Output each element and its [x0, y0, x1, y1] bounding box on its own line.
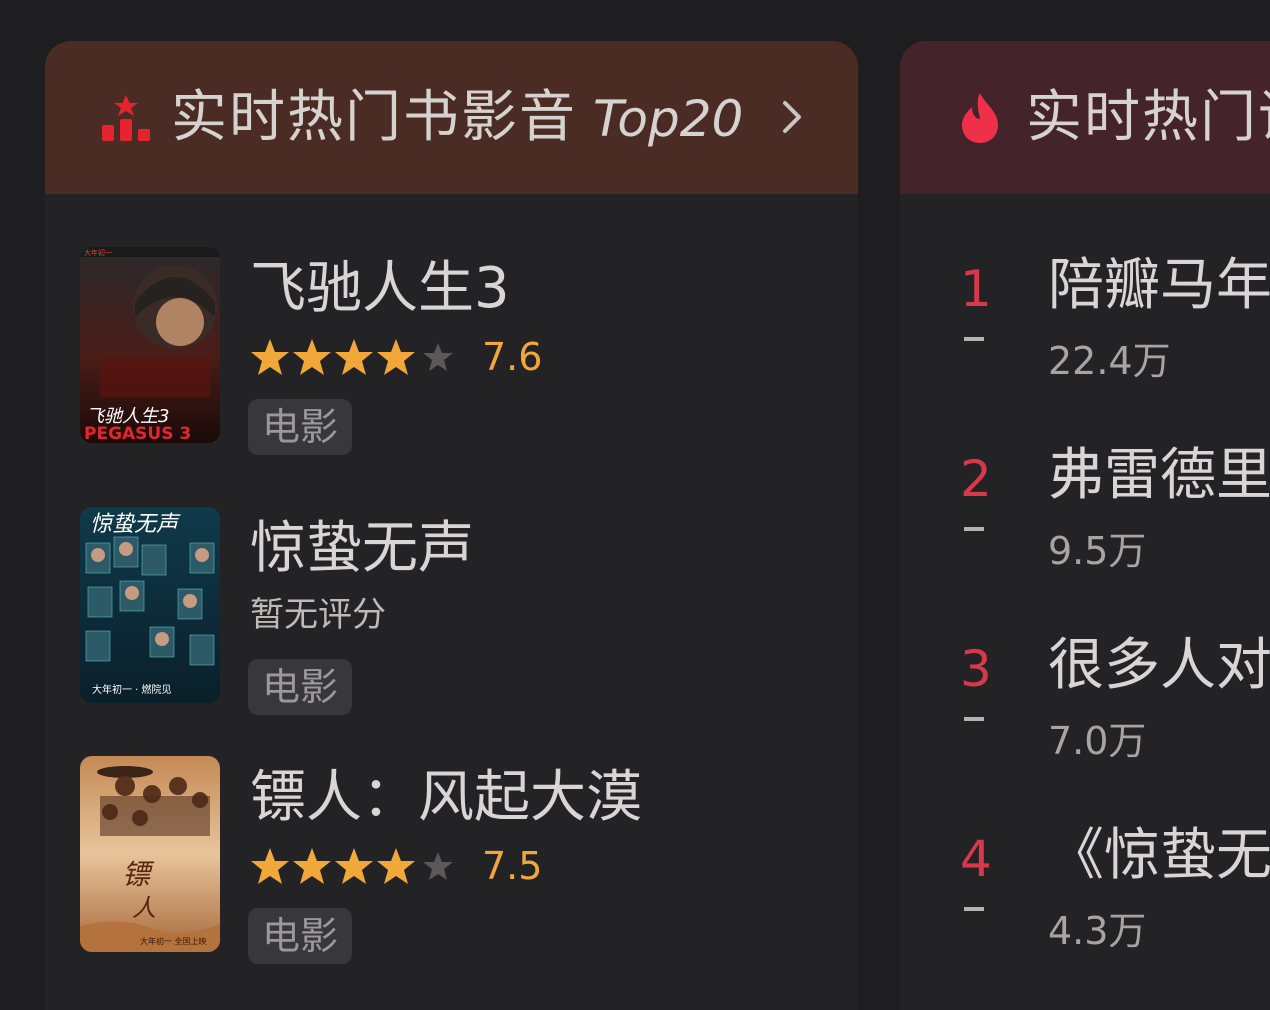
- hot-media-header[interactable]: 实时热门书影音 Top20: [45, 41, 858, 194]
- hot-media-title: 实时热门书影音 Top20: [171, 83, 743, 154]
- rank-number: 4: [960, 830, 992, 888]
- svg-text:人: 人: [132, 894, 156, 922]
- hot-topic-title: 《惊蛰无声: [1048, 823, 1270, 888]
- movie-poster[interactable]: 惊蛰无声 大年初一 · 燃院见: [80, 507, 220, 703]
- svg-text:大年初一 全国上映: 大年初一 全国上映: [140, 936, 207, 946]
- rating-score: 7.6: [482, 335, 543, 379]
- svg-text:惊蛰无声: 惊蛰无声: [90, 512, 181, 537]
- hot-topics-title: 实时热门话: [1026, 85, 1270, 150]
- star-filled-icon: [293, 339, 331, 375]
- movie-title: 惊蛰无声: [250, 516, 474, 581]
- hot-media-title-text: 实时热门书影音: [171, 85, 577, 150]
- movie-item[interactable]: 惊蛰无声 大年初一 · 燃院见 惊蛰无声 暂无评分 电影: [80, 507, 840, 715]
- ranking-chart-icon: [102, 95, 150, 141]
- movie-item[interactable]: 大年初一 飞驰人生3 PEGASUS 3 飞驰人生3 7.6 电影: [80, 247, 840, 455]
- category-tag: 电影: [248, 659, 353, 715]
- rating-score: 7.5: [482, 844, 543, 888]
- hot-topic-item[interactable]: 1 陪瓣马年 22.4万: [900, 253, 1270, 407]
- hot-topics-card: 实时热门话 1 陪瓣马年 22.4万 2 弗雷德里 9.5万 3 很多人对 7.…: [900, 41, 1270, 1010]
- hot-topic-title: 很多人对: [1048, 633, 1270, 698]
- trend-dash: [964, 717, 984, 721]
- star-empty-icon: [423, 343, 453, 371]
- hot-topic-count: 9.5万: [1048, 529, 1147, 573]
- star-filled-icon: [251, 339, 289, 375]
- hot-topic-item[interactable]: 3 很多人对 7.0万: [900, 633, 1270, 787]
- star-filled-icon: [377, 339, 415, 375]
- category-tag: 电影: [248, 399, 353, 455]
- hot-topic-item[interactable]: 4 《惊蛰无声 4.3万: [900, 823, 1270, 977]
- rank-number: 1: [960, 260, 992, 318]
- star-filled-icon: [335, 848, 373, 884]
- category-tag: 电影: [248, 908, 353, 964]
- star-filled-icon: [377, 848, 415, 884]
- movie-item[interactable]: 镖 人 大年初一 全国上映 镖人：风起大漠 7.5 电影: [80, 756, 840, 964]
- star-filled-icon: [335, 339, 373, 375]
- no-rating-text: 暂无评分: [250, 595, 386, 635]
- rank-number: 2: [960, 450, 992, 508]
- top20-label: Top20: [593, 90, 744, 148]
- hot-topic-item[interactable]: 2 弗雷德里 9.5万: [900, 443, 1270, 597]
- movie-poster[interactable]: 大年初一 飞驰人生3 PEGASUS 3: [80, 247, 220, 443]
- star-filled-icon: [293, 848, 331, 884]
- rank-number: 3: [960, 640, 992, 698]
- svg-text:PEGASUS 3: PEGASUS 3: [84, 424, 191, 443]
- star-empty-icon: [423, 852, 453, 880]
- hot-topic-count: 4.3万: [1048, 909, 1147, 953]
- trend-dash: [964, 527, 984, 531]
- flame-icon: [962, 93, 998, 143]
- hot-topics-header[interactable]: 实时热门话: [900, 41, 1270, 194]
- svg-text:大年初一 · 燃院见: 大年初一 · 燃院见: [92, 683, 172, 696]
- trend-dash: [964, 337, 984, 341]
- hot-topic-title: 弗雷德里: [1048, 443, 1270, 508]
- hot-topic-count: 22.4万: [1048, 339, 1171, 383]
- hot-media-card: 实时热门书影音 Top20 大年初一 飞驰人生3 PEGASUS 3 飞驰人生3…: [45, 41, 858, 1010]
- chevron-right-icon[interactable]: [773, 97, 813, 137]
- star-filled-icon: [251, 848, 289, 884]
- rating-stars: 7.6: [250, 337, 542, 377]
- movie-poster[interactable]: 镖 人 大年初一 全国上映: [80, 756, 220, 952]
- svg-text:大年初一: 大年初一: [84, 248, 112, 257]
- hot-topic-title: 陪瓣马年: [1048, 253, 1270, 318]
- page: 实时热门书影音 Top20 大年初一 飞驰人生3 PEGASUS 3 飞驰人生3…: [0, 0, 1270, 1010]
- trend-dash: [964, 907, 984, 911]
- rating-stars: 7.5: [250, 846, 542, 886]
- movie-title: 飞驰人生3: [250, 256, 510, 321]
- movie-title: 镖人：风起大漠: [250, 765, 642, 830]
- hot-topic-count: 7.0万: [1048, 719, 1147, 763]
